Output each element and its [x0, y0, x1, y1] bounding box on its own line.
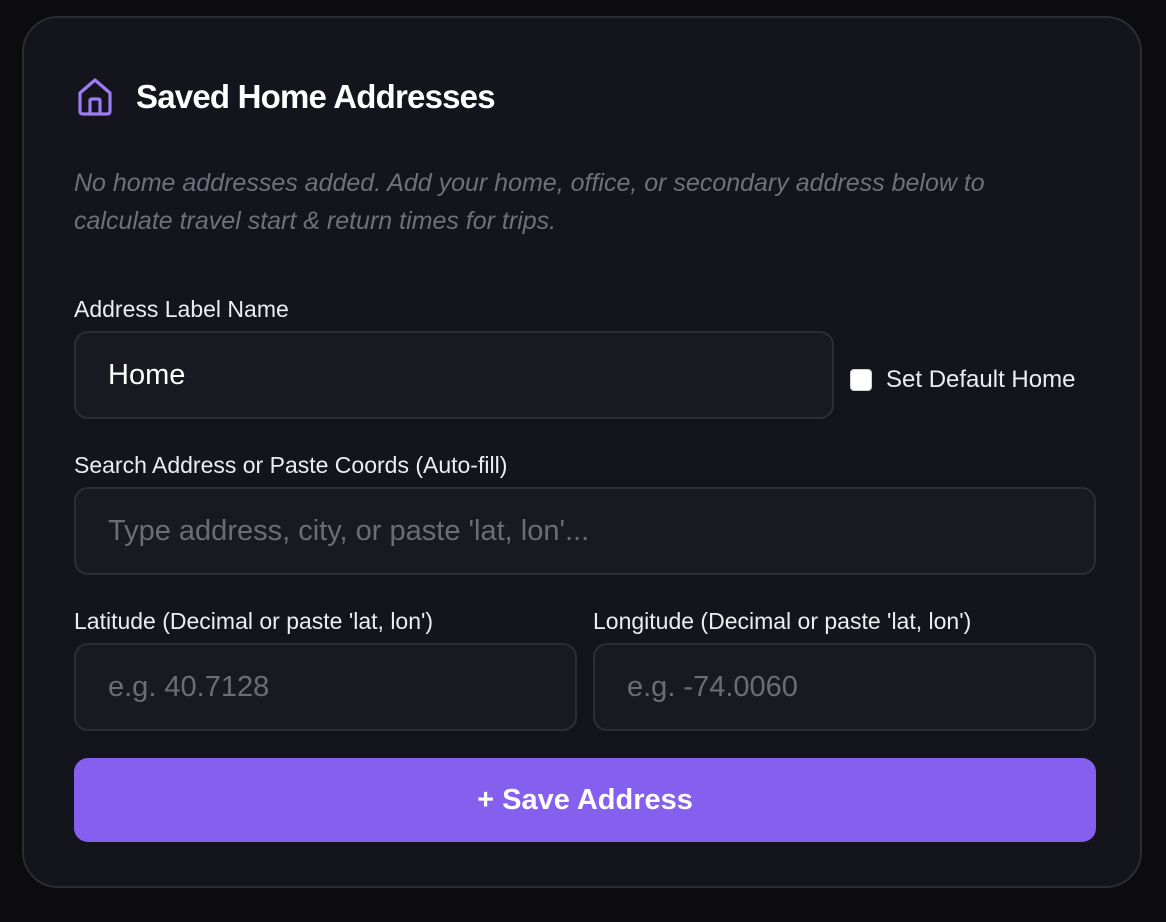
address-label-name-label: Address Label Name	[74, 296, 289, 322]
card-title: Saved Home Addresses	[136, 78, 496, 115]
address-label-name-input[interactable]	[74, 331, 834, 419]
default-home-toggle[interactable]: Set Default Home	[850, 366, 1075, 394]
search-address-label: Search Address or Paste Coords (Auto-fil…	[74, 452, 508, 478]
default-home-label[interactable]: Set Default Home	[886, 366, 1075, 394]
latitude-input[interactable]	[74, 643, 577, 731]
longitude-label: Longitude (Decimal or paste 'lat, lon')	[593, 608, 972, 634]
latitude-label: Latitude (Decimal or paste 'lat, lon')	[74, 608, 434, 634]
save-address-button[interactable]: + Save Address	[74, 758, 1096, 842]
saved-addresses-card: Saved Home Addresses No home addresses a…	[22, 16, 1142, 888]
search-address-input[interactable]	[74, 487, 1096, 575]
default-home-checkbox[interactable]	[850, 369, 872, 391]
empty-state-message: No home addresses added. Add your home, …	[74, 169, 985, 235]
home-icon	[74, 76, 116, 118]
longitude-input[interactable]	[593, 643, 1096, 731]
card-header: Saved Home Addresses	[74, 76, 496, 118]
